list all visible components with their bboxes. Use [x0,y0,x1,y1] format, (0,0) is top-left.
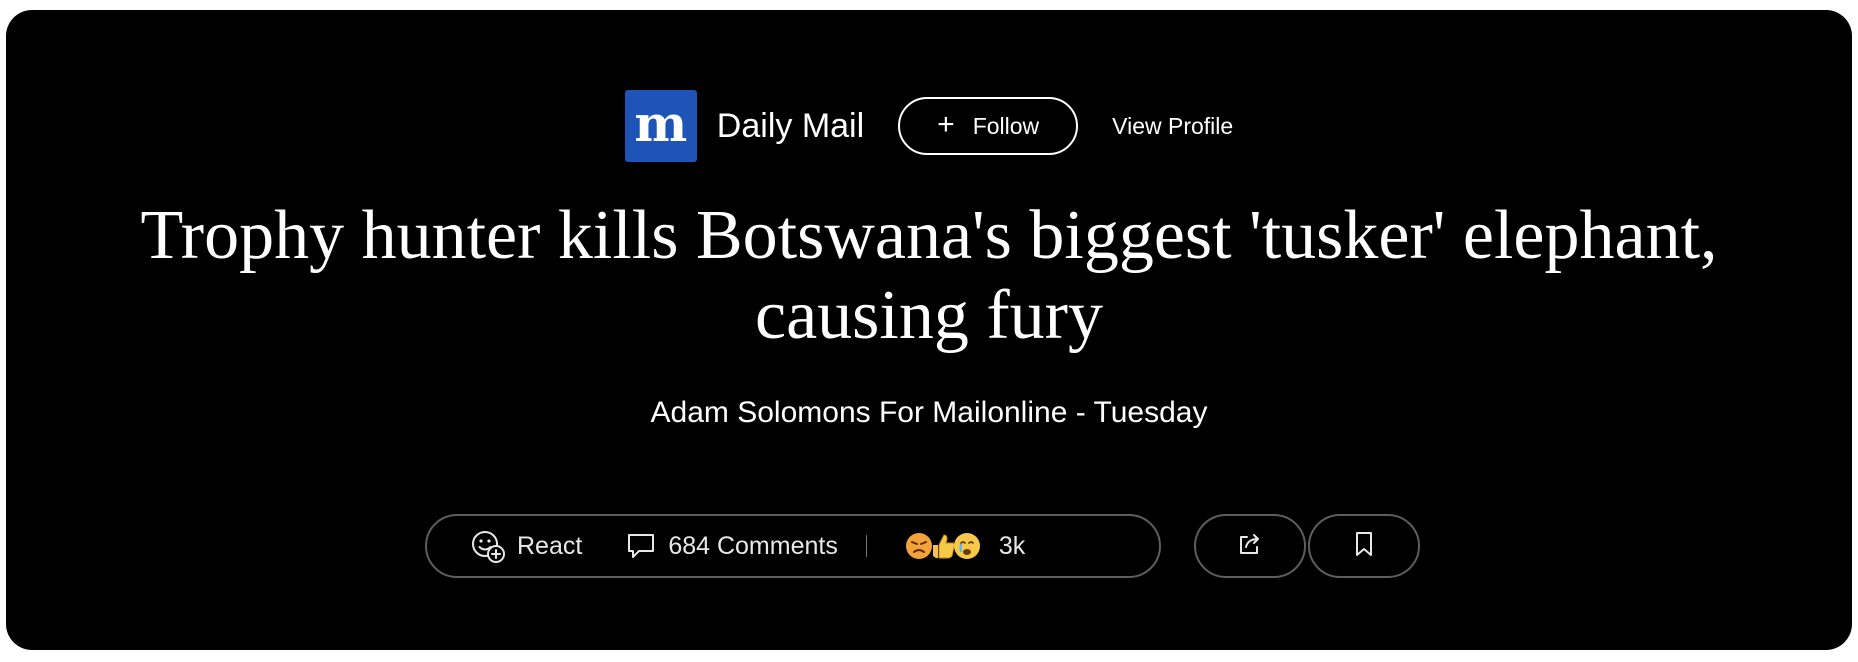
share-button[interactable] [1194,514,1306,578]
react-label: React [517,531,583,560]
logo-letter: m [634,94,688,153]
article-byline: Adam Solomons For Mailonline - Tuesday [650,396,1208,429]
reaction-count: 3k [998,531,1026,560]
divider [865,535,867,557]
reaction-emojis [905,532,981,560]
follow-label: Follow [972,112,1040,139]
publisher-row: m Daily Mail + Follow View Profile [6,90,1852,162]
reactions-summary[interactable]: 3k [905,532,1025,561]
article-card: m Daily Mail + Follow View Profile Troph… [6,10,1852,650]
bookmark-icon [1352,530,1376,563]
plus-icon: + [937,108,955,141]
react-button[interactable]: React [471,529,582,563]
save-button[interactable] [1308,514,1420,578]
article-headline[interactable]: Trophy hunter kills Botswana's biggest '… [106,196,1752,356]
add-reaction-icon [471,529,505,563]
daily-mail-logo[interactable]: m [624,90,697,162]
engagement-bar: React 684 Comments 3k [425,514,1161,578]
follow-button[interactable]: + Follow [898,97,1079,155]
share-icon [1236,530,1264,563]
comments-button[interactable]: 684 Comments [626,531,838,561]
publisher-name[interactable]: Daily Mail [717,107,864,146]
view-profile-link[interactable]: View Profile [1112,113,1233,140]
comments-count: 684 Comments [668,531,838,560]
crying-face-emoji [953,533,980,559]
comment-icon [626,531,656,561]
